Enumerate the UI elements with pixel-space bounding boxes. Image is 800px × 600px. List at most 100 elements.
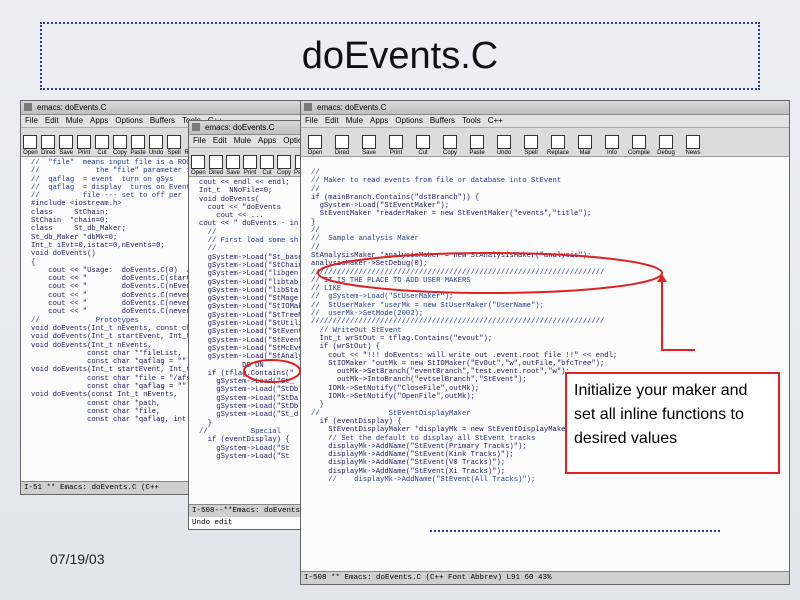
window-titlebar[interactable]: emacs: doEvents.C (21, 101, 309, 115)
toolbar-undo-button[interactable]: Undo (492, 130, 516, 156)
toolbar-cut-button[interactable]: Cut (260, 150, 275, 176)
code-line: StAnalysisMaker *analysisMaker = new StA… (311, 251, 592, 260)
code-line: gSystem->Load("StIOMak (199, 303, 303, 312)
toolbar-cut-button[interactable]: Cut (411, 130, 435, 156)
menu-bar[interactable]: FileEditMuleAppsOptionsBuffersToolsC++ (189, 135, 305, 148)
menu-item-mule[interactable]: Mule (234, 136, 251, 145)
toolbar[interactable]: OpenDiredSavePrintCutCopyPasteUndoSpellR… (189, 148, 305, 177)
menu-item-file[interactable]: File (305, 116, 318, 125)
menu-item-apps[interactable]: Apps (370, 116, 388, 125)
code-line: if (mainBranch.Contains("dstBranch")) { (311, 193, 480, 202)
footer-divider (430, 530, 720, 532)
save-icon (226, 155, 241, 169)
code-line: // displayMk->AddName("StEvent(All Track… (311, 475, 536, 484)
toolbar-label: Dired (41, 150, 56, 156)
toolbar-dired-button[interactable]: Dired (209, 150, 223, 176)
toolbar-label: Copy (112, 150, 127, 156)
menu-item-c-[interactable]: C++ (488, 116, 503, 125)
toolbar-open-button[interactable]: Open (23, 130, 38, 156)
toolbar-copy-button[interactable]: Copy (277, 150, 291, 176)
toolbar-save-button[interactable]: Save (226, 150, 241, 176)
menu-item-options[interactable]: Options (115, 116, 143, 125)
save-icon (59, 135, 74, 149)
window-title: emacs: doEvents.C (37, 103, 107, 112)
code-line: cout << "doEvents (199, 203, 281, 212)
menu-item-edit[interactable]: Edit (325, 116, 339, 125)
window-titlebar[interactable]: emacs: doEvents.C (301, 101, 789, 115)
toolbar-spell-button[interactable]: Spell (167, 130, 182, 156)
toolbar-news-button[interactable]: News (681, 130, 705, 156)
menu-bar[interactable]: File Edit Mule Apps Options Buffers Tools C++ (301, 115, 789, 128)
code-editor[interactable]: //// Maker to read events from file or d… (301, 157, 789, 572)
toolbar-print-button[interactable]: Print (77, 130, 92, 156)
emacs-window-front[interactable]: emacs: doEvents.C File Edit Mule Apps Option… (300, 100, 790, 585)
toolbar-label: Cut (262, 170, 272, 176)
menu-item-mule[interactable]: Mule (346, 116, 363, 125)
menu-item-apps[interactable]: Apps (90, 116, 108, 125)
code-editor[interactable]: cout << endl << endl; Int_t NNoFile=0; voi… (189, 177, 305, 505)
toolbar-paste-button[interactable]: Paste (130, 130, 146, 156)
menu-item-edit[interactable]: Edit (213, 136, 227, 145)
toolbar-spell-button[interactable]: Spell (519, 130, 543, 156)
undo-icon (149, 135, 164, 149)
menu-item-mule[interactable]: Mule (66, 116, 83, 125)
code-line: ////////////////////////////////////////… (311, 268, 605, 277)
code-line: StIOMaker *outMk = new StIOMaker("EvOut"… (311, 359, 605, 368)
code-line: // Maker to read events from file or dat… (311, 177, 562, 186)
code-line: gSystem->Load("StTreeM (199, 311, 303, 320)
toolbar-dired-button[interactable]: Dired (41, 130, 56, 156)
toolbar-label: Save (362, 150, 376, 156)
dired-icon (335, 135, 349, 149)
code-line: ////////////////////////////////////////… (311, 318, 605, 327)
menu-item-options[interactable]: Options (395, 116, 423, 125)
code-line: // IT IS THE PLACE TO ADD USER MAKERS (311, 276, 471, 285)
code-line: gSystem->Load("StDb (199, 386, 299, 395)
toolbar-replace-button[interactable]: Replace (546, 130, 570, 156)
minibuffer[interactable]: Undo edit (189, 517, 305, 529)
menu-item-tools[interactable]: Tools (462, 116, 481, 125)
copy-icon (443, 135, 457, 149)
menu-item-buffers[interactable]: Buffers (150, 116, 175, 125)
toolbar-copy-button[interactable]: Copy (112, 130, 127, 156)
cut-icon (416, 135, 430, 149)
code-line: gSystem->Load("StDa (199, 394, 299, 403)
toolbar-open-button[interactable]: Open (191, 150, 206, 176)
toolbar-print-button[interactable]: Print (243, 150, 258, 176)
toolbar-label: Copy (442, 150, 457, 156)
toolbar-paste-button[interactable]: Paste (465, 130, 489, 156)
toolbar-print-button[interactable]: Print (384, 130, 408, 156)
code-line: // WriteOut StEvent (311, 326, 402, 335)
menu-item-apps[interactable]: Apps (258, 136, 276, 145)
toolbar-save-button[interactable]: Save (59, 130, 74, 156)
menu-item-file[interactable]: File (193, 136, 206, 145)
toolbar-debug-button[interactable]: Debug (654, 130, 678, 156)
info-icon (605, 135, 619, 149)
code-line: StEventMaker *readerMaker = new StEventM… (311, 210, 592, 219)
cut-icon (95, 135, 109, 149)
toolbar-copy-button[interactable]: Copy (438, 130, 462, 156)
toolbar-info-button[interactable]: Info (600, 130, 624, 156)
toolbar[interactable]: OpenDired Save Print Cut Copy Paste UndoSpellR… (301, 128, 789, 157)
code-line: gSystem->Load("StEvent (199, 328, 303, 337)
window-titlebar[interactable]: emacs: doEvents.C (189, 121, 305, 135)
code-line: gSystem->Load("StChain (199, 261, 303, 270)
menu-item-edit[interactable]: Edit (45, 116, 59, 125)
code-line: // (199, 245, 217, 254)
toolbar-cut-button[interactable]: Cut (95, 130, 110, 156)
toolbar-dired-button[interactable]: Dired (330, 130, 354, 156)
menu-item-file[interactable]: File (25, 116, 38, 125)
toolbar-save-button[interactable]: Save (357, 130, 381, 156)
open-icon (308, 135, 322, 149)
save-icon (362, 135, 376, 149)
emacs-window-middle[interactable]: emacs: doEvents.C FileEditMuleAppsOption… (188, 120, 306, 530)
code-line: // (311, 185, 320, 194)
code-line: gSystem->Load("StDb (199, 403, 299, 412)
menu-item-buffers[interactable]: Buffers (430, 116, 455, 125)
toolbar-compile-button[interactable]: Compile (627, 130, 651, 156)
toolbar-label: Print (389, 150, 403, 156)
toolbar-open-button[interactable]: Open (303, 130, 327, 156)
code-line: if (eventDisplay) { (199, 436, 290, 445)
toolbar-undo-button[interactable]: Undo (149, 130, 164, 156)
toolbar-mail-button[interactable]: Mail (573, 130, 597, 156)
toolbar-label: Paste (469, 150, 485, 156)
